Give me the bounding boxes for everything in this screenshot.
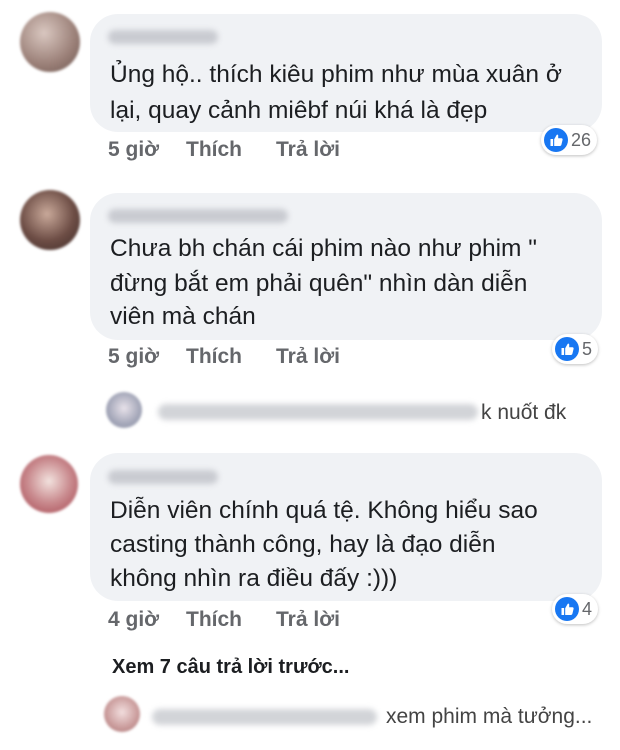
comment-text-line: lại, quay cảnh miêbf núi khá là đẹp <box>110 97 488 124</box>
avatar <box>104 696 140 732</box>
reply-author-blurred <box>158 404 478 420</box>
reaction-count[interactable]: 4 <box>552 594 599 624</box>
reply-button[interactable]: Trả lời <box>276 138 340 162</box>
comment-text-line: Chưa bh chán cái phim nào như phim " <box>110 235 537 262</box>
comment-text-line: không nhìn ra điều đấy :))) <box>110 565 398 592</box>
reaction-count-value: 4 <box>582 598 593 619</box>
reply-preview[interactable]: k nuốt đk <box>0 390 620 435</box>
author-name[interactable] <box>108 209 288 223</box>
comment-text-line: viên mà chán <box>110 303 256 330</box>
view-more-replies-link[interactable]: Xem 7 câu trả lời trước... <box>112 656 349 679</box>
reply-preview-text: xem phim mà tưởng... <box>386 705 593 728</box>
author-name[interactable] <box>108 30 218 44</box>
timestamp[interactable]: 5 giờ <box>108 138 159 162</box>
timestamp[interactable]: 5 giờ <box>108 345 159 369</box>
comment-text-line: Ủng hộ.. thích kiêu phim như mùa xuân ở <box>110 61 562 88</box>
like-icon <box>544 128 568 152</box>
avatar[interactable] <box>20 190 80 250</box>
reaction-count[interactable]: 5 <box>552 334 599 364</box>
like-icon <box>555 597 579 621</box>
like-button[interactable]: Thích <box>186 608 242 632</box>
reply-preview-text: k nuốt đk <box>481 401 567 424</box>
reply-button[interactable]: Trả lời <box>276 345 340 369</box>
reply-author-blurred <box>152 709 377 725</box>
comment-text-line: casting thành công, hay là đạo diễn <box>110 531 496 558</box>
avatar[interactable] <box>20 455 78 513</box>
comment-text-line: Diễn viên chính quá tệ. Không hiểu sao <box>110 497 538 524</box>
avatar <box>106 392 142 428</box>
reaction-count-value: 5 <box>582 338 593 359</box>
reply-button[interactable]: Trả lời <box>276 608 340 632</box>
reply-preview[interactable]: xem phim mà tưởng... <box>0 696 620 741</box>
comment-text-line: đừng bắt em phải quên" nhìn dàn diễn <box>110 270 528 297</box>
reaction-count[interactable]: 26 <box>541 125 598 155</box>
like-button[interactable]: Thích <box>186 345 242 369</box>
author-name[interactable] <box>108 470 218 484</box>
avatar[interactable] <box>20 12 80 72</box>
reaction-count-value: 26 <box>571 129 592 150</box>
like-button[interactable]: Thích <box>186 138 242 162</box>
timestamp[interactable]: 4 giờ <box>108 608 159 632</box>
like-icon <box>555 337 579 361</box>
